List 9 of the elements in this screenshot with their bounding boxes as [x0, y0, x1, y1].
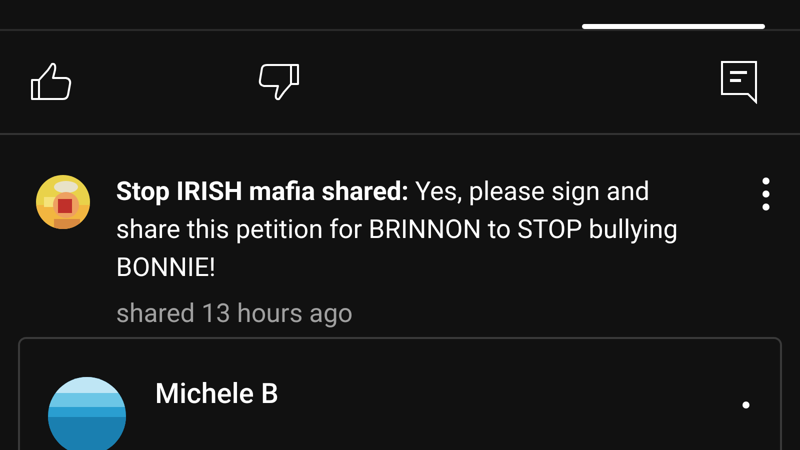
author-name: Michele B [155, 377, 279, 410]
post-text: Stop IRISH mafia shared: Yes, please sign and share this petition for BRINNON to STOP bullying BONNIE! [116, 176, 679, 285]
shared-post-card[interactable]: Michele B [18, 337, 782, 450]
comment-icon[interactable] [720, 60, 758, 104]
post-time: shared 13 hours ago [116, 299, 354, 329]
more-options-icon[interactable] [762, 177, 770, 211]
more-options-icon[interactable] [742, 401, 750, 409]
thumbs-up-icon[interactable] [30, 62, 72, 102]
thumbs-down-icon[interactable] [258, 62, 300, 102]
